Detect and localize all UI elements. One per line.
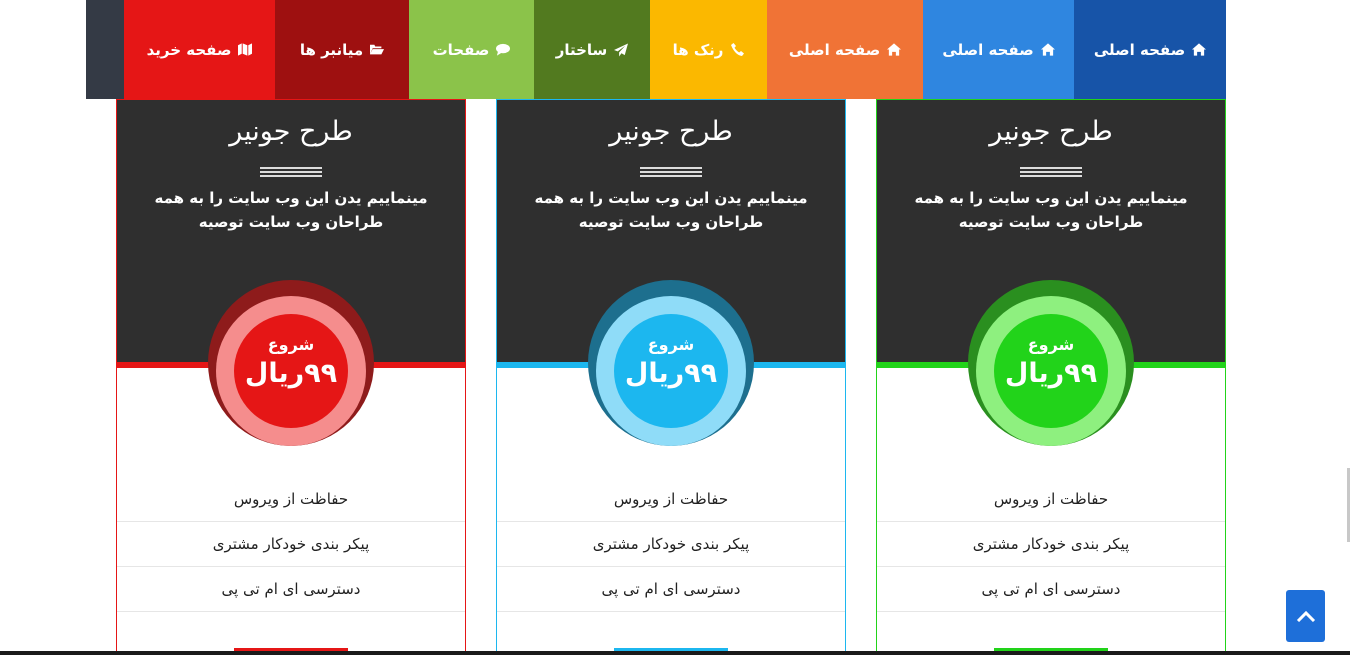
navbar-dark-segment (86, 0, 124, 99)
nav-item-purchase-page[interactable]: صفحه خرید (124, 0, 275, 99)
feature-item: حفاظت از ویروس (497, 477, 845, 522)
nav-item-label: صفحه اصلی (1093, 40, 1186, 59)
feature-item: دسترسی ای ام تی پی (877, 567, 1225, 612)
home-icon (887, 43, 902, 57)
pricing-card-blue: طرح جونیر مینماییم یدن این وب سایت را به… (496, 99, 846, 655)
paper-plane-icon (614, 42, 629, 57)
price-value: ۹۹ریال (624, 358, 718, 389)
feature-item: حفاظت از ویروس (117, 477, 465, 522)
title-divider (1020, 167, 1082, 179)
feature-list: حفاظت از ویروس پیکر بندی خودکار مشتری دس… (497, 477, 845, 612)
phone-icon (730, 43, 744, 57)
nav-item-label: صفحه خرید (146, 40, 232, 59)
feature-item: حفاظت از ویروس (877, 477, 1225, 522)
nav-item-home-2[interactable]: صفحه اصلی (923, 0, 1074, 99)
feature-item: دسترسی ای ام تی پی (497, 567, 845, 612)
price-circle: شروع ۹۹ریال (968, 280, 1134, 446)
card-title: طرح جونیر (609, 116, 733, 147)
nav-item-home-1[interactable]: صفحه اصلی (1074, 0, 1226, 99)
feature-item: پیکر بندی خودکار مشتری (497, 522, 845, 567)
price-label: شروع (647, 335, 695, 354)
card-title: طرح جونیر (989, 116, 1113, 147)
nav-item-pages[interactable]: صفحات (409, 0, 534, 99)
title-divider (640, 167, 702, 179)
back-to-top-button[interactable] (1286, 590, 1325, 642)
title-divider (260, 167, 322, 179)
card-description: مینماییم یدن این وب سایت را به همه طراحا… (154, 189, 428, 231)
price-badge: شروع ۹۹ریال (994, 314, 1108, 428)
price-circle: شروع ۹۹ریال (208, 280, 374, 446)
nav-item-structure[interactable]: ساختار (534, 0, 650, 99)
nav-item-label: صفحات (432, 40, 490, 59)
card-description: مینماییم یدن این وب سایت را به همه طراحا… (914, 189, 1188, 231)
price-value: ۹۹ریال (1004, 358, 1098, 389)
feature-item: پیکر بندی خودکار مشتری (877, 522, 1225, 567)
nav-item-label: صفحه اصلی (788, 40, 881, 59)
feature-list: حفاظت از ویروس پیکر بندی خودکار مشتری دس… (117, 477, 465, 612)
nav-item-home-3[interactable]: صفحه اصلی (767, 0, 923, 99)
nav-item-label: ساختار (555, 40, 608, 59)
home-icon (1040, 43, 1055, 57)
pricing-card-green: طرح جونیر مینماییم یدن این وب سایت را به… (876, 99, 1226, 655)
nav-item-label: میانبر ها (299, 40, 364, 59)
price-label: شروع (1027, 335, 1075, 354)
map-icon (238, 43, 253, 57)
folder-open-icon (370, 43, 385, 57)
card-description: مینماییم یدن این وب سایت را به همه طراحا… (534, 189, 808, 231)
card-title: طرح جونیر (229, 116, 353, 147)
nav-item-label: رنک ها (672, 40, 724, 59)
price-value: ۹۹ریال (244, 358, 338, 389)
page-bottom-edge (0, 651, 1350, 655)
nav-item-shortcuts[interactable]: میانبر ها (275, 0, 409, 99)
price-badge: شروع ۹۹ریال (614, 314, 728, 428)
top-navbar: صفحه خرید میانبر ها صفحات ساختار رنک ها … (86, 0, 1226, 99)
feature-item: پیکر بندی خودکار مشتری (117, 522, 465, 567)
pricing-card-red: طرح جونیر مینماییم یدن این وب سایت را به… (116, 99, 466, 655)
feature-list: حفاظت از ویروس پیکر بندی خودکار مشتری دس… (877, 477, 1225, 612)
comment-icon (496, 43, 511, 57)
feature-item: دسترسی ای ام تی پی (117, 567, 465, 612)
chevron-up-icon (1296, 607, 1316, 626)
price-label: شروع (267, 335, 315, 354)
home-icon (1192, 43, 1207, 57)
price-circle: شروع ۹۹ریال (588, 280, 754, 446)
nav-item-colors[interactable]: رنک ها (650, 0, 767, 99)
price-badge: شروع ۹۹ریال (234, 314, 348, 428)
nav-item-label: صفحه اصلی (942, 40, 1034, 59)
